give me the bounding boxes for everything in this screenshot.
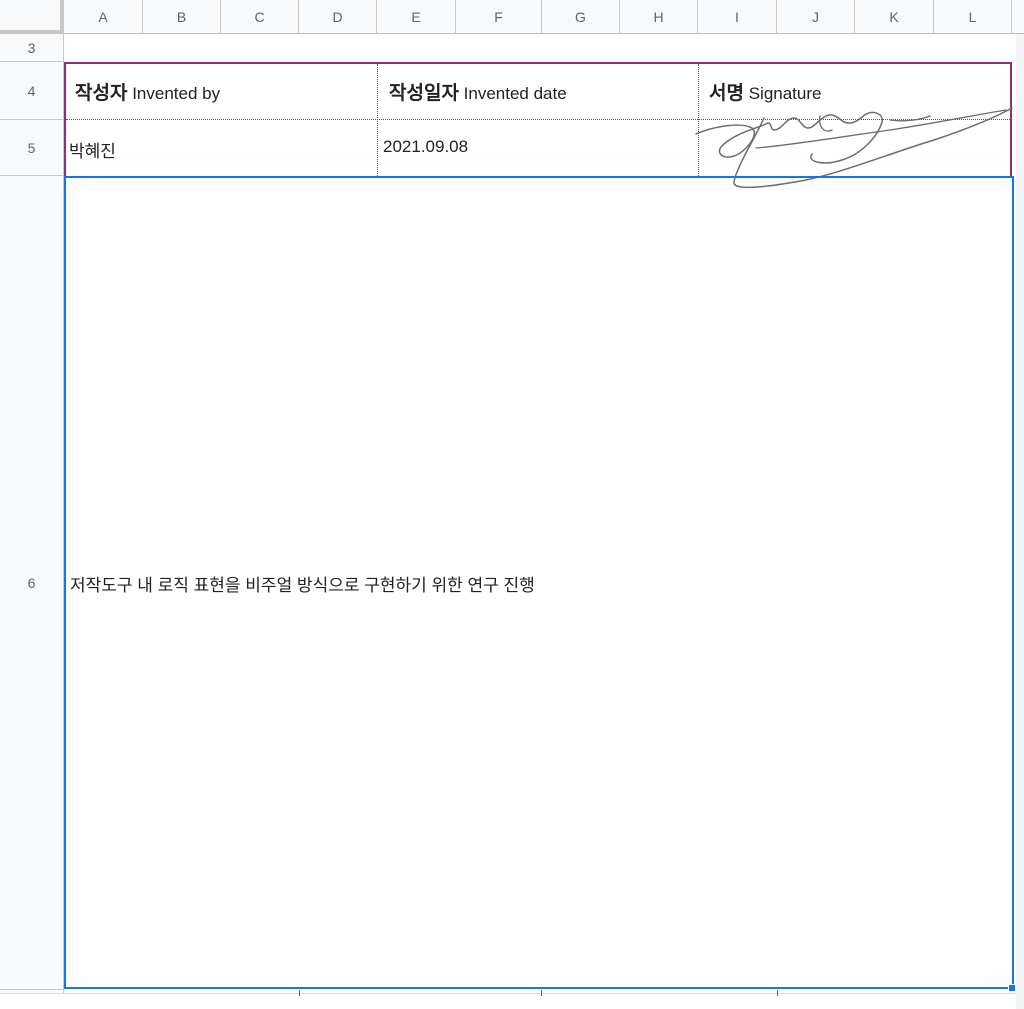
row-header-6[interactable]: 6 <box>0 176 64 990</box>
column-header-b[interactable]: B <box>143 0 221 34</box>
column-divider-mark <box>541 990 542 996</box>
research-description-text: 저작도구 내 로직 표현을 비주얼 방식으로 구현하기 위한 연구 진행 <box>70 576 535 595</box>
column-divider-mark <box>777 990 778 996</box>
row-number: 5 <box>27 139 36 156</box>
column-header-f[interactable]: F <box>456 0 542 34</box>
column-header-e[interactable]: E <box>377 0 456 34</box>
date-label-en: Invented date <box>463 84 567 103</box>
fill-handle[interactable] <box>1008 984 1016 992</box>
column-header-d[interactable]: D <box>299 0 377 34</box>
row-header-4[interactable]: 4 <box>0 62 64 120</box>
row-number: 4 <box>27 82 36 99</box>
form-divider <box>377 64 378 176</box>
vertical-scrollbar-track[interactable] <box>1016 34 1024 1009</box>
author-value-cell[interactable]: 박혜진 <box>69 137 116 162</box>
column-header-g[interactable]: G <box>542 0 620 34</box>
column-divider-mark <box>299 990 300 996</box>
date-header-cell[interactable]: 작성일자 Invented date <box>389 78 567 105</box>
author-header-cell[interactable]: 작성자 Invented by <box>75 78 220 105</box>
row-header-5[interactable]: 5 <box>0 120 64 176</box>
column-header-j[interactable]: J <box>777 0 855 34</box>
column-header-h[interactable]: H <box>620 0 698 34</box>
column-header-a[interactable]: A <box>64 0 143 34</box>
column-header-i[interactable]: I <box>698 0 777 34</box>
select-all-corner[interactable] <box>0 0 64 34</box>
column-header-l[interactable]: L <box>934 0 1012 34</box>
column-header-c[interactable]: C <box>221 0 299 34</box>
date-label-ko: 작성일자 <box>389 82 459 104</box>
author-label-ko: 작성자 <box>75 82 128 104</box>
row-number: 6 <box>27 574 36 591</box>
row-number: 3 <box>27 39 36 56</box>
next-row-strip <box>0 993 1016 1009</box>
author-label-en: Invented by <box>132 84 221 103</box>
column-header-k[interactable]: K <box>855 0 934 34</box>
date-value-cell[interactable]: 2021.09.08 <box>383 137 468 157</box>
row-header-3[interactable]: 3 <box>0 34 64 62</box>
